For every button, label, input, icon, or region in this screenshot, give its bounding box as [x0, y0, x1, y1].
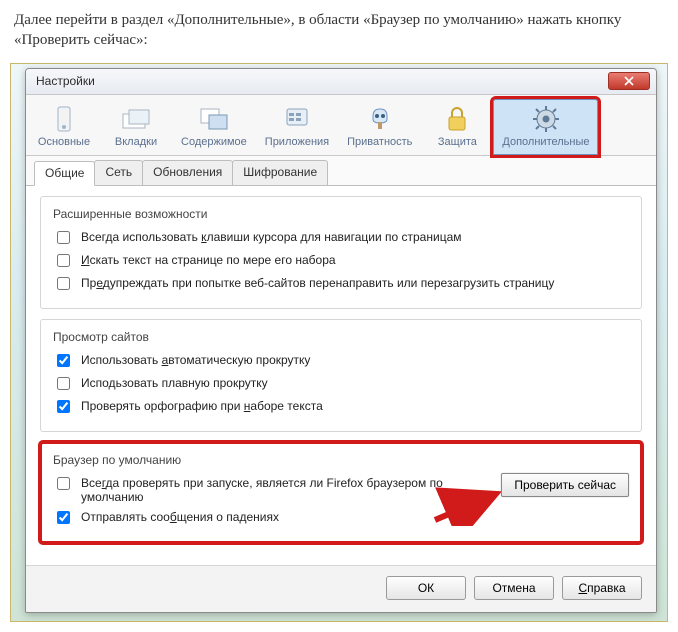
category-toolbar: Основные Вкладки Содержимое Приложения — [26, 95, 656, 156]
content-icon — [181, 104, 247, 134]
subtab-strip: Общие Сеть Обновления Шифрование — [26, 156, 656, 186]
checkbox-label: Отправлять сообщения о падениях — [81, 510, 279, 524]
group-accessibility: Расширенные возможности Всегда использов… — [40, 196, 642, 309]
category-content[interactable]: Содержимое — [172, 99, 256, 155]
ok-button[interactable]: ОК — [386, 576, 466, 600]
group-legend: Просмотр сайтов — [53, 330, 629, 344]
category-label: Приложения — [265, 136, 329, 148]
opt-check-default[interactable]: Всегда проверять при запуске, является л… — [53, 473, 491, 507]
checkbox-label: Проверять орфографию при наборе текста — [81, 399, 323, 413]
opt-cursor-keys[interactable]: Всегда использовать клавиши курсора для … — [53, 227, 629, 250]
opt-search-typeahead[interactable]: Искать текст на странице по мере его наб… — [53, 250, 629, 273]
settings-panel: Расширенные возможности Всегда использов… — [26, 186, 656, 565]
instruction-text: Далее перейти в раздел «Дополнительные»,… — [0, 0, 678, 57]
dialog-footer: ОК Отмена Справка — [26, 565, 656, 612]
group-browsing: Просмотр сайтов Использовать автоматичес… — [40, 319, 642, 432]
category-general[interactable]: Основные — [28, 99, 100, 155]
gear-icon — [502, 104, 589, 134]
category-applications[interactable]: Приложения — [256, 99, 338, 155]
cancel-button[interactable]: Отмена — [474, 576, 554, 600]
close-icon — [624, 76, 634, 86]
category-label: Содержимое — [181, 136, 247, 148]
window-title: Настройки — [36, 74, 608, 88]
help-button[interactable]: Справка — [562, 576, 642, 600]
desktop-background: Настройки Основные Вкладки — [10, 63, 668, 622]
checkbox-label: Использовать автоматическую прокрутку — [81, 353, 310, 367]
opt-autoscroll[interactable]: Использовать автоматическую прокрутку — [53, 350, 629, 373]
checkbox-label: Исподьзовать плавную прокрутку — [81, 376, 268, 390]
category-privacy[interactable]: Приватность — [338, 99, 421, 155]
tab-encryption[interactable]: Шифрование — [232, 160, 328, 185]
checkbox-label: Предупреждать при попытке веб-сайтов пер… — [81, 276, 554, 290]
category-label: Вкладки — [109, 136, 163, 148]
opt-crash-reports[interactable]: Отправлять сообщения о падениях — [53, 507, 491, 530]
check-now-button[interactable]: Проверить сейчас — [501, 473, 629, 497]
checkbox-label: Искать текст на странице по мере его наб… — [81, 253, 336, 267]
tab-general[interactable]: Общие — [34, 161, 95, 186]
group-default-browser: Браузер по умолчанию Всегда проверять пр… — [40, 442, 642, 543]
category-label: Дополнительные — [502, 136, 589, 148]
checkbox-label: Всегда проверять при запуске, является л… — [81, 476, 491, 504]
settings-window: Настройки Основные Вкладки — [25, 68, 657, 613]
category-tabs[interactable]: Вкладки — [100, 99, 172, 155]
opt-warn-redirect[interactable]: Предупреждать при попытке веб-сайтов пер… — [53, 273, 629, 296]
general-icon — [37, 104, 91, 134]
titlebar: Настройки — [26, 69, 656, 95]
category-label: Приватность — [347, 136, 412, 148]
close-button[interactable] — [608, 72, 650, 90]
tab-updates[interactable]: Обновления — [142, 160, 233, 185]
applications-icon — [265, 104, 329, 134]
category-label: Основные — [37, 136, 91, 148]
opt-spellcheck[interactable]: Проверять орфографию при наборе текста — [53, 396, 629, 419]
category-label: Защита — [430, 136, 484, 148]
checkbox-label: Всегда использовать клавиши курсора для … — [81, 230, 462, 244]
tabs-icon — [109, 104, 163, 134]
tab-network[interactable]: Сеть — [94, 160, 143, 185]
category-security[interactable]: Защита — [421, 99, 493, 155]
group-legend: Расширенные возможности — [53, 207, 629, 221]
lock-icon — [430, 104, 484, 134]
opt-smooth-scroll[interactable]: Исподьзовать плавную прокрутку — [53, 373, 629, 396]
privacy-icon — [347, 104, 412, 134]
category-advanced[interactable]: Дополнительные — [493, 99, 598, 155]
group-legend: Браузер по умолчанию — [53, 453, 629, 467]
